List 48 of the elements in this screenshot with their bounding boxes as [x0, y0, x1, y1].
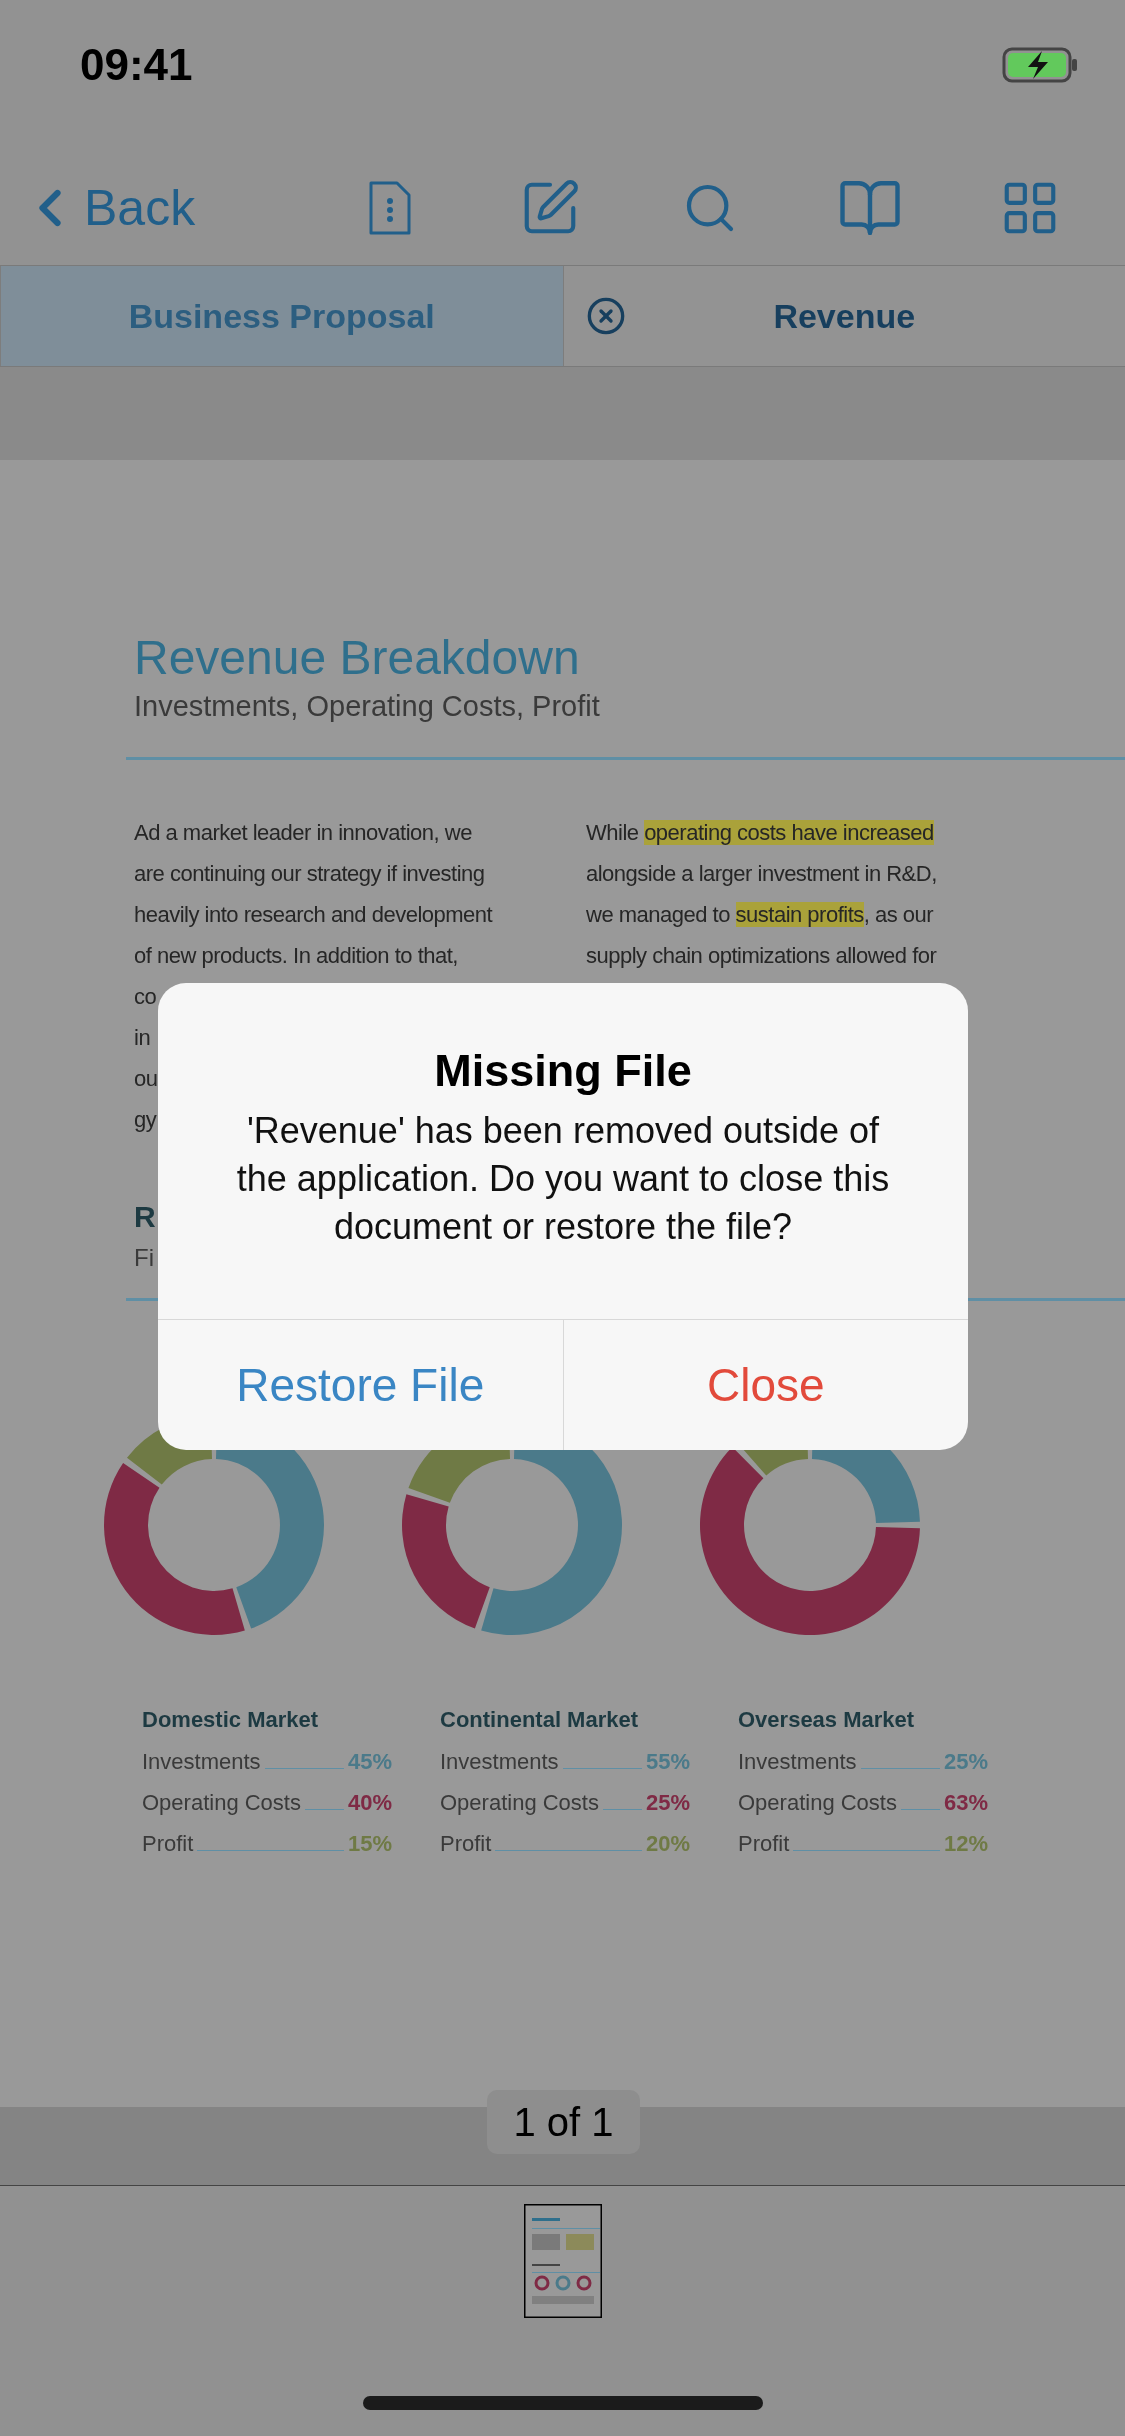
legend-label: Investments [142, 1748, 261, 1776]
alert-title: Missing File [433, 1045, 693, 1097]
legend-value: 55% [645, 1748, 690, 1776]
legend-label: Operating Costs [440, 1789, 599, 1817]
page-thumbnail-drawing[interactable] [523, 2204, 602, 2318]
battery-icon [1002, 47, 1080, 83]
market-title: Domestic Market [142, 1707, 320, 1733]
section-subtitle: Fi [134, 1244, 154, 1272]
body-text-line: While operating costs have increased [586, 819, 934, 847]
legend-value: 25% [943, 1748, 988, 1776]
market-title: Overseas Market [738, 1707, 916, 1733]
document-subtitle: Investments, Operating Costs, Profit [134, 690, 600, 723]
legend-value: 12% [943, 1830, 988, 1858]
legend-value: 20% [645, 1830, 690, 1858]
legend-label: Operating Costs [142, 1789, 301, 1817]
body-text-line: are continuing our strategy if investing [134, 860, 485, 888]
status-time: 09:41 [80, 40, 193, 90]
alert-message: 'Revenue' has been removed outside of the application. Do you want to close this document or restore the file? [235, 1109, 891, 1249]
legend-label: Investments [440, 1748, 559, 1776]
legend-label: Investments [738, 1748, 857, 1776]
section-title: R [134, 1200, 156, 1234]
legend-label: Profit [738, 1830, 790, 1858]
document-tab[interactable]: Business Proposal [0, 266, 563, 366]
back-button[interactable]: Back [20, 177, 196, 238]
body-text-line: alongside a larger investment in R&D, [586, 860, 937, 888]
close-icon[interactable] [585, 296, 626, 336]
body-text-line: in [134, 1024, 151, 1052]
legend-label: Profit [142, 1830, 194, 1858]
alert-button[interactable]: Restore File [158, 1320, 563, 1450]
body-text-line: gy [134, 1106, 157, 1134]
body-text-line: we managed to sustain profits, as our [586, 901, 934, 929]
body-text-line: Ad a market leader in innovation, we [134, 819, 472, 847]
body-text-line: co [134, 983, 157, 1011]
legend-value: 40% [347, 1789, 392, 1817]
body-text-line: of new products. In addition to that, [134, 942, 458, 970]
legend-value: 15% [347, 1830, 392, 1858]
market-title: Continental Market [440, 1707, 640, 1733]
document-title: Revenue Breakdown [134, 630, 580, 686]
legend-value: 25% [645, 1789, 690, 1817]
legend-value: 63% [943, 1789, 988, 1817]
alert-button[interactable]: Close [562, 1320, 968, 1450]
body-text-line: ou [134, 1065, 158, 1093]
body-text-line: supply chain optimizations allowed for [586, 942, 937, 970]
page-counter: 1 of 1 [487, 2090, 640, 2154]
body-text-line: heavily into research and development [134, 901, 493, 929]
legend-value: 45% [347, 1748, 392, 1776]
legend-label: Operating Costs [738, 1789, 897, 1817]
legend-label: Profit [440, 1830, 492, 1858]
